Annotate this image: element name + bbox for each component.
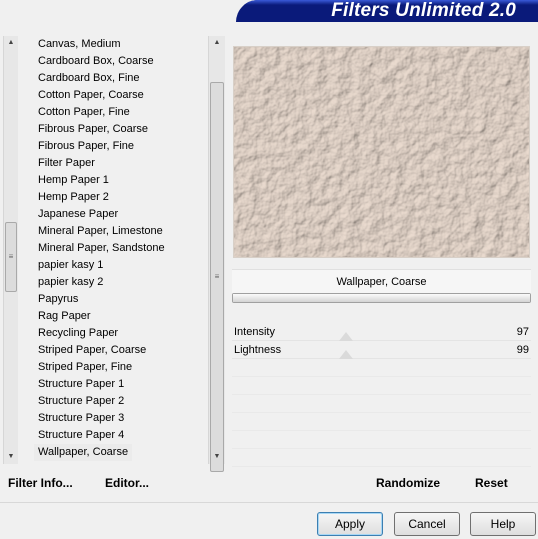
filter-list-item[interactable]: Structure Paper 3 — [34, 410, 128, 427]
filter-list-item[interactable]: Fibrous Paper, Fine — [34, 138, 138, 155]
empty-slider-row — [232, 413, 531, 431]
filter-list-item[interactable]: Japanese Paper — [34, 206, 122, 223]
preview-image — [233, 46, 530, 258]
render-progress-bar — [232, 293, 531, 303]
scroll-thumb[interactable]: ≡ — [5, 222, 17, 292]
divider — [0, 502, 538, 503]
filter-list-item[interactable]: Structure Paper 2 — [34, 393, 128, 410]
filter-list-item[interactable]: Filter Paper — [34, 155, 99, 172]
filter-list-item[interactable]: Hemp Paper 2 — [34, 189, 113, 206]
filter-list-item[interactable]: Mineral Paper, Sandstone — [34, 240, 169, 257]
slider-label: Intensity — [234, 326, 275, 338]
filter-list-item[interactable]: Structure Paper 4 — [34, 427, 128, 444]
filter-list-item[interactable]: papier kasy 1 — [34, 257, 107, 274]
window-title: Filters Unlimited 2.0 — [331, 0, 516, 21]
filter-info-link[interactable]: Filter Info... — [8, 474, 73, 492]
slider-thumb[interactable] — [339, 350, 353, 359]
cancel-button[interactable]: Cancel — [394, 512, 460, 536]
filter-list-item[interactable]: Structure Paper 1 — [34, 376, 128, 393]
reset-button[interactable]: Reset — [475, 474, 508, 492]
scroll-down-arrow-icon[interactable]: ▼ — [4, 450, 18, 464]
filter-list-item[interactable]: papier kasy 2 — [34, 274, 107, 291]
empty-slider-row — [232, 431, 531, 449]
filter-list-scrollbar[interactable]: ▲ ≡ ▼ — [208, 36, 225, 472]
scroll-up-arrow-icon[interactable]: ▲ — [4, 36, 18, 50]
help-button[interactable]: Help — [470, 512, 536, 536]
empty-slider-row — [232, 377, 531, 395]
apply-button[interactable]: Apply — [317, 512, 383, 536]
scroll-down-arrow-icon[interactable]: ▼ — [209, 450, 225, 464]
empty-slider-row — [232, 449, 531, 467]
filter-list-item[interactable]: Cardboard Box, Coarse — [34, 53, 158, 70]
progress-fill — [233, 294, 530, 302]
slider-intensity[interactable]: Intensity 97 — [232, 323, 531, 341]
filter-list-item[interactable]: Mineral Paper, Limestone — [34, 223, 167, 240]
filter-list-item[interactable]: Striped Paper, Fine — [34, 359, 136, 376]
filter-list-item[interactable]: Fibrous Paper, Coarse — [34, 121, 152, 138]
scroll-thumb[interactable]: ≡ — [210, 82, 224, 472]
slider-value: 97 — [516, 326, 529, 338]
outer-scrollbar[interactable]: ▲ ≡ ▼ — [3, 36, 18, 464]
filter-list-item[interactable]: Striped Paper, Coarse — [34, 342, 150, 359]
filter-list-item[interactable]: Cotton Paper, Fine — [34, 104, 134, 121]
filter-list-item[interactable]: Recycling Paper — [34, 325, 122, 342]
filter-list-item[interactable]: Canvas, Medium — [34, 36, 125, 53]
filter-list-item[interactable]: Cardboard Box, Fine — [34, 70, 144, 87]
filter-list[interactable]: Canvas, Medium Cardboard Box, Coarse Cardb… — [20, 36, 208, 464]
filter-list-item[interactable]: Wallpaper, Fine — [34, 461, 118, 464]
filter-list-item[interactable]: Hemp Paper 1 — [34, 172, 113, 189]
title-banner: Filters Unlimited 2.0 — [236, 0, 538, 22]
slider-thumb[interactable] — [339, 332, 353, 341]
empty-slider-row — [232, 395, 531, 413]
slider-lightness[interactable]: Lightness 99 — [232, 341, 531, 359]
filter-list-item[interactable]: Rag Paper — [34, 308, 95, 325]
slider-value: 99 — [516, 344, 529, 356]
editor-link[interactable]: Editor... — [105, 474, 149, 492]
filter-list-item[interactable]: Cotton Paper, Coarse — [34, 87, 148, 104]
filter-list-item[interactable]: Papyrus — [34, 291, 82, 308]
filter-list-item[interactable]: Wallpaper, Coarse — [34, 444, 133, 461]
randomize-button[interactable]: Randomize — [376, 474, 440, 492]
current-filter-name: Wallpaper, Coarse — [232, 269, 531, 293]
empty-slider-row — [232, 359, 531, 377]
parameter-sliders: Intensity 97 Lightness 99 — [232, 323, 531, 473]
paper-texture — [234, 47, 529, 257]
slider-label: Lightness — [234, 344, 282, 356]
scroll-up-arrow-icon[interactable]: ▲ — [209, 36, 225, 50]
